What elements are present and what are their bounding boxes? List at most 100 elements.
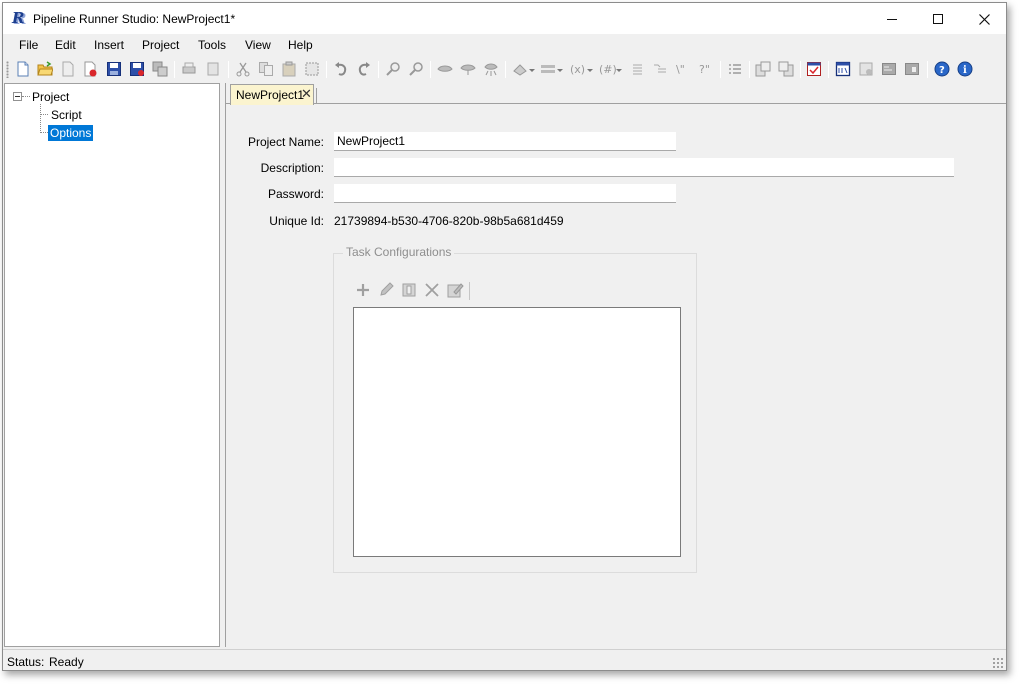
tree-item-options[interactable]: Options <box>48 125 94 141</box>
unique-id-label: Unique Id: <box>269 214 324 228</box>
maximize-icon <box>933 14 943 25</box>
tab-close-icon[interactable]: ✕ <box>301 86 312 102</box>
help-icon[interactable]: ? <box>934 61 950 77</box>
menu-edit[interactable]: Edit <box>53 38 78 52</box>
collapse-icon[interactable] <box>13 92 22 101</box>
report-icon[interactable] <box>904 61 920 77</box>
toolbar-separator <box>505 61 506 78</box>
insert-task-icon[interactable] <box>512 61 536 77</box>
import-icon[interactable] <box>755 61 771 77</box>
window-title: Pipeline Runner Studio: NewProject1* <box>33 12 236 26</box>
select-all-icon[interactable] <box>304 61 320 77</box>
toolbar-separator <box>326 61 327 78</box>
debug-icon[interactable] <box>483 61 499 77</box>
redo-icon[interactable] <box>356 61 372 77</box>
toolbar-separator <box>430 61 431 78</box>
svg-text:(x): (x) <box>570 63 585 76</box>
open-folder-icon[interactable] <box>37 61 53 77</box>
close-icon <box>978 13 990 25</box>
tree-connector <box>40 104 41 133</box>
task-configurations-title: Task Configurations <box>343 245 455 259</box>
password-label: Password: <box>267 187 324 201</box>
toolbar-separator <box>720 61 721 78</box>
close-button[interactable] <box>961 3 1006 34</box>
maximize-button[interactable] <box>915 3 961 34</box>
menu-insert[interactable]: Insert <box>92 38 126 52</box>
tree-connector <box>22 96 30 97</box>
run-icon[interactable] <box>437 61 453 77</box>
print-preview-icon[interactable] <box>205 61 221 77</box>
delete-file-icon[interactable] <box>82 61 98 77</box>
tree-item-project[interactable]: Project <box>30 89 71 105</box>
insert-variable-icon[interactable]: (x) <box>569 61 593 77</box>
save-icon[interactable] <box>106 61 122 77</box>
minimize-icon <box>887 18 897 20</box>
properties-icon[interactable] <box>400 281 418 299</box>
rename-icon[interactable] <box>446 281 464 299</box>
step-icon[interactable] <box>460 61 476 77</box>
replace-icon[interactable] <box>408 61 424 77</box>
undo-icon[interactable] <box>333 61 349 77</box>
svg-text:(#): (#) <box>599 63 617 76</box>
console-icon[interactable] <box>835 61 851 77</box>
tree-connector <box>40 132 48 133</box>
task-config-toolbar <box>351 278 471 302</box>
minimize-button[interactable] <box>869 3 915 34</box>
edit-icon[interactable] <box>377 281 395 299</box>
task-configurations-list[interactable] <box>353 307 681 557</box>
paste-icon[interactable] <box>281 61 297 77</box>
svg-text:?: ? <box>939 65 945 76</box>
description-label: Description: <box>260 161 324 175</box>
save-as-icon[interactable] <box>129 61 145 77</box>
export-icon[interactable] <box>778 61 794 77</box>
toolbar-separator <box>927 61 928 78</box>
insert-step-icon[interactable] <box>540 61 564 77</box>
resize-grip-icon[interactable] <box>992 657 1003 668</box>
toolbar-separator <box>828 61 829 78</box>
print-icon[interactable] <box>181 61 197 77</box>
svg-text:\": \" <box>676 63 685 76</box>
tab-label: NewProject1 <box>236 88 305 102</box>
delete-icon[interactable] <box>423 281 441 299</box>
save-all-icon[interactable] <box>152 61 168 77</box>
toolbar-separator <box>800 61 801 78</box>
document-area: NewProject1 ✕ Project Name: NewProject1 … <box>225 83 1006 647</box>
menu-tools[interactable]: Tools <box>196 38 228 52</box>
menu-help[interactable]: Help <box>286 38 315 52</box>
unique-id-value: 21739894-b530-4706-820b-98b5a681d459 <box>334 214 564 228</box>
toolbar-grip[interactable] <box>6 61 9 78</box>
new-file-icon[interactable] <box>15 61 31 77</box>
copy-icon[interactable] <box>258 61 274 77</box>
password-field[interactable] <box>334 184 676 203</box>
close-file-icon[interactable] <box>60 61 76 77</box>
list-icon[interactable] <box>727 61 743 77</box>
menu-project[interactable]: Project <box>140 38 181 52</box>
tree-item-script[interactable]: Script <box>49 107 84 123</box>
description-field[interactable] <box>334 158 954 177</box>
add-icon[interactable] <box>354 281 372 299</box>
project-tree[interactable]: Project Script Options <box>4 83 220 647</box>
tab-strip: NewProject1 ✕ <box>226 83 1006 105</box>
insert-block-icon[interactable]: (#) <box>598 61 622 77</box>
menu-file[interactable]: File <box>17 38 40 52</box>
outdent-icon[interactable] <box>652 61 668 77</box>
comment-icon[interactable]: \" <box>675 61 691 77</box>
validate-icon[interactable] <box>806 61 822 77</box>
uncomment-icon[interactable]: ?" <box>698 61 714 77</box>
project-name-field[interactable]: NewProject1 <box>334 132 676 151</box>
title-bar: R R Pipeline Runner Studio: NewProject1* <box>3 3 1006 34</box>
indent-icon[interactable] <box>629 61 645 77</box>
svg-text:?": ?" <box>699 63 710 76</box>
tab-divider <box>316 88 317 104</box>
cut-icon[interactable] <box>235 61 251 77</box>
tab-newproject1[interactable]: NewProject1 ✕ <box>230 84 314 105</box>
settings-icon[interactable] <box>858 61 874 77</box>
main-toolbar: (x) (#) \" ?" ? i <box>3 56 1006 83</box>
log-icon[interactable] <box>881 61 897 77</box>
about-icon[interactable]: i <box>957 61 973 77</box>
status-bar: Status: Ready <box>3 649 1006 670</box>
project-name-label: Project Name: <box>247 135 324 149</box>
menu-view[interactable]: View <box>243 38 273 52</box>
find-icon[interactable] <box>385 61 401 77</box>
main-window: R R Pipeline Runner Studio: NewProject1*… <box>2 2 1007 671</box>
